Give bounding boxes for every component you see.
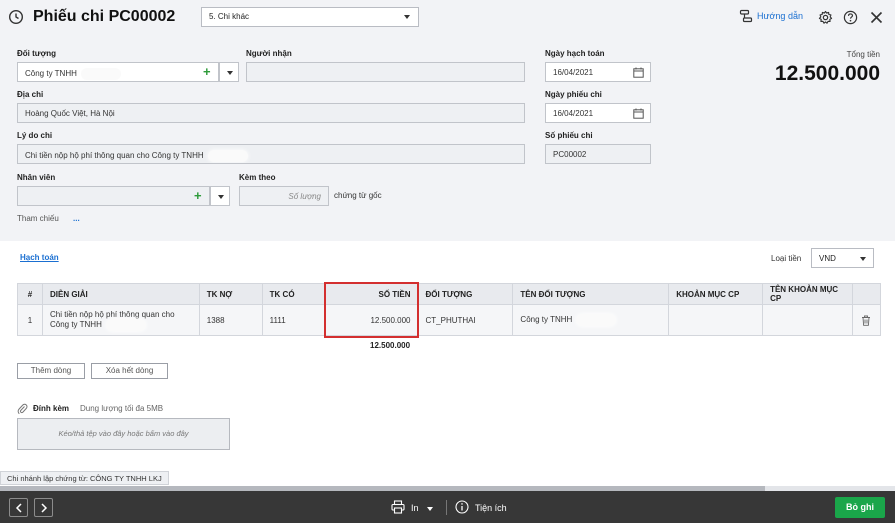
cell-cost-item-name[interactable] xyxy=(762,304,853,336)
chevron-down-icon xyxy=(404,15,410,19)
guide-link[interactable]: Hướng dẫn xyxy=(757,11,803,21)
add-row-button[interactable]: Thêm dòng xyxy=(17,363,85,379)
col-credit: TK CÓ xyxy=(261,283,325,305)
col-actions xyxy=(851,283,882,305)
chevron-down-icon xyxy=(860,257,866,261)
accounting-table: # DIỄN GIẢI TK NỢ TK CÓ SỐ TIỀN ĐỐI TƯỢN… xyxy=(17,283,882,336)
info-icon[interactable] xyxy=(455,500,469,514)
col-cost-item: KHOẢN MỤC CP xyxy=(668,283,764,305)
voucher-date-label: Ngày phiếu chi xyxy=(545,90,602,99)
cell-actions xyxy=(851,304,882,336)
page-title: Phiếu chi PC00002 xyxy=(33,8,176,25)
print-button[interactable]: In xyxy=(411,503,419,513)
calendar-icon[interactable] xyxy=(633,67,644,78)
redacted-mask xyxy=(207,150,248,162)
gear-icon[interactable] xyxy=(818,10,833,25)
attachment-hint: Dung lượng tối đa 5MB xyxy=(80,404,164,413)
tab-accounting[interactable]: Hạch toán xyxy=(20,253,59,262)
employee-field[interactable] xyxy=(17,186,210,206)
col-debit: TK NỢ xyxy=(198,283,263,305)
amount-total: 12.500.000 xyxy=(370,341,411,350)
col-object-name: TÊN ĐỐI TƯỢNG xyxy=(512,283,670,305)
next-button[interactable] xyxy=(34,498,53,517)
col-cost-item-name: TÊN KHOẢN MỤC CP xyxy=(762,283,853,305)
reason-label: Lý do chi xyxy=(17,131,53,140)
cell-object-name[interactable]: Công ty TNHH xyxy=(512,304,670,336)
currency-value: VND xyxy=(819,254,836,263)
reference-link[interactable]: ... xyxy=(73,214,80,223)
printer-icon[interactable] xyxy=(391,500,405,514)
cell-debit[interactable]: 1388 xyxy=(198,304,263,336)
attachment-dropzone[interactable]: Kéo/thả tệp vào đây hoặc bấm vào đây xyxy=(17,418,230,450)
attached-count-input[interactable]: Số lượng xyxy=(239,186,329,206)
chevron-down-icon[interactable] xyxy=(427,507,433,511)
address-field[interactable]: Hoàng Quốc Việt, Hà Nội xyxy=(17,103,525,123)
recipient-label: Người nhận xyxy=(246,49,292,58)
reference-label: Tham chiếu xyxy=(17,214,59,223)
chevron-left-icon xyxy=(15,503,22,513)
cell-credit[interactable]: 1111 xyxy=(261,304,325,336)
redacted-mask xyxy=(80,68,121,80)
currency-select[interactable]: VND xyxy=(811,248,874,268)
voucher-no-label: Số phiếu chi xyxy=(545,131,593,140)
help-icon[interactable] xyxy=(843,10,858,25)
table-header-row: # DIỄN GIẢI TK NỢ TK CÓ SỐ TIỀN ĐỐI TƯỢN… xyxy=(17,283,882,305)
trash-icon[interactable] xyxy=(861,315,871,326)
attachment-label: Đính kèm xyxy=(33,404,70,413)
col-index: # xyxy=(17,283,43,305)
cell-cost-item[interactable] xyxy=(668,304,764,336)
cell-object[interactable]: CT_PHUTHAI xyxy=(417,304,514,336)
guide-icon[interactable] xyxy=(739,9,753,23)
calendar-icon[interactable] xyxy=(633,108,644,119)
divider xyxy=(446,500,447,515)
redacted-mask xyxy=(105,318,146,331)
attached-suffix: chứng từ gốc xyxy=(334,191,382,200)
redacted-mask xyxy=(576,314,617,326)
branch-info: Chi nhánh lập chứng từ: CÔNG TY TNHH LKJ xyxy=(0,471,169,485)
subject-label: Đối tượng xyxy=(17,49,57,58)
voucher-type-select[interactable]: 5. Chi khác xyxy=(201,7,419,27)
voucher-date-value: 16/04/2021 xyxy=(553,109,594,118)
total-amount: 12.500.000 xyxy=(774,62,880,85)
cell-index: 1 xyxy=(17,304,43,336)
subject-field[interactable]: Công ty TNHH xyxy=(17,62,219,82)
chevron-right-icon xyxy=(41,503,48,513)
cell-object-name-text: Công ty TNHH xyxy=(520,315,573,325)
accounting-date-label: Ngày hạch toán xyxy=(545,49,605,58)
voucher-no-field[interactable]: PC00002 xyxy=(545,144,651,164)
history-icon[interactable] xyxy=(8,9,24,25)
address-label: Địa chỉ xyxy=(17,90,44,99)
close-icon[interactable] xyxy=(870,11,883,24)
employee-label: Nhân viên xyxy=(17,173,56,182)
col-object: ĐỐI TƯỢNG xyxy=(417,283,514,305)
add-subject-icon[interactable]: + xyxy=(203,65,211,78)
amount-highlight-box xyxy=(324,282,419,338)
reason-field[interactable]: Chi tiền nộp hộ phí thông quan cho Công … xyxy=(17,144,525,164)
currency-label: Loại tiền xyxy=(771,254,802,263)
utilities-button[interactable]: Tiện ích xyxy=(475,503,507,513)
paperclip-icon xyxy=(17,403,28,415)
voucher-date-field[interactable]: 16/04/2021 xyxy=(545,103,651,123)
employee-dropdown-button[interactable] xyxy=(210,186,230,206)
attached-label: Kèm theo xyxy=(239,173,276,182)
cell-description[interactable]: Chi tiền nộp hộ phí thông quan cho Công … xyxy=(41,304,200,336)
clear-rows-button[interactable]: Xóa hết dòng xyxy=(91,363,168,379)
recipient-field[interactable] xyxy=(246,62,525,82)
add-employee-icon[interactable]: + xyxy=(194,189,202,202)
accounting-date-field[interactable]: 16/04/2021 xyxy=(545,62,651,82)
prev-button[interactable] xyxy=(9,498,28,517)
footer-bar: In Tiện ích Bỏ ghi xyxy=(0,491,895,523)
save-button[interactable]: Bỏ ghi xyxy=(835,497,885,518)
subject-value: Công ty TNHH xyxy=(25,69,77,79)
subject-dropdown-button[interactable] xyxy=(219,62,239,82)
total-label: Tổng tiền xyxy=(846,50,880,59)
reason-value: Chi tiền nộp hộ phí thông quan cho Công … xyxy=(25,151,204,161)
accounting-date-value: 16/04/2021 xyxy=(553,68,594,77)
col-description: DIỄN GIẢI xyxy=(41,283,200,305)
table-row[interactable]: 1 Chi tiền nộp hộ phí thông quan cho Côn… xyxy=(17,304,882,336)
voucher-type-value: 5. Chi khác xyxy=(209,12,250,21)
